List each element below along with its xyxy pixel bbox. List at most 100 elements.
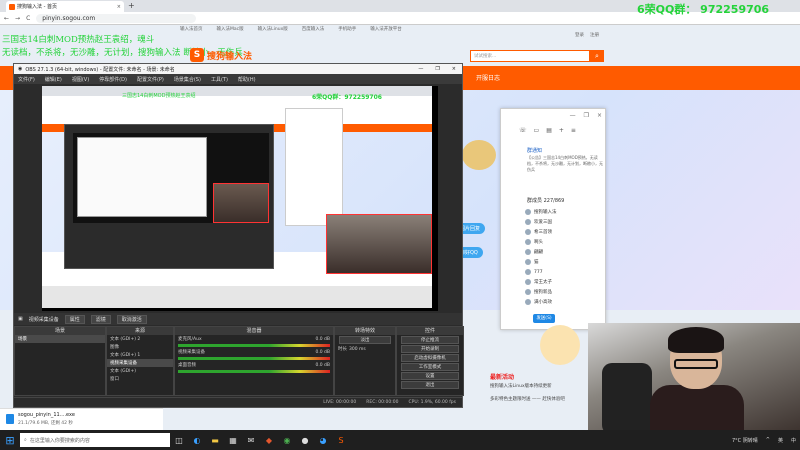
menu-help[interactable]: 帮助(H): [238, 76, 256, 83]
member-item[interactable]: 777: [525, 267, 605, 277]
source-item[interactable]: 窗口: [107, 375, 173, 383]
ime-mode[interactable]: 中: [791, 437, 796, 444]
menu-edit[interactable]: 编辑(E): [45, 76, 62, 83]
member-item[interactable]: 搜狗输入法: [525, 207, 605, 217]
search-icon[interactable]: ⌕: [590, 50, 604, 62]
add-icon[interactable]: +: [559, 127, 564, 134]
obs-menu-bar: 文件(F) 编辑(E) 视图(V) 停靠部件(D) 配置文件(P) 场景集合(S…: [14, 74, 462, 84]
input-language[interactable]: 英: [778, 437, 783, 444]
windows-icon[interactable]: ⊞: [0, 430, 20, 450]
maximize-icon[interactable]: ❐: [584, 112, 589, 119]
obs-icon[interactable]: ●: [296, 430, 314, 450]
source-item[interactable]: 文本 (GDI+) 2: [107, 335, 173, 343]
properties-button[interactable]: 属性: [64, 314, 85, 324]
banner-text[interactable]: 开服日志: [476, 73, 500, 82]
source-item[interactable]: 视频采集设备: [107, 359, 173, 367]
member-item[interactable]: 搜狗新品: [525, 287, 605, 297]
volume-meter[interactable]: [178, 357, 330, 360]
nested-obs-preview: [73, 133, 269, 223]
site-nav-item[interactable]: 手机助手: [338, 26, 356, 36]
dock-title: 转场特效: [335, 327, 395, 335]
transition-select[interactable]: 淡出: [339, 336, 391, 344]
phone-icon[interactable]: ☏: [519, 127, 527, 134]
menu-scene-collection[interactable]: 场景集合(S): [174, 76, 201, 83]
reload-icon[interactable]: C: [26, 15, 30, 22]
weather-widget[interactable]: 7°C 阴转晴: [732, 437, 758, 444]
settings-button[interactable]: 设置: [401, 372, 459, 380]
store-icon[interactable]: ▦: [224, 430, 242, 450]
menu-view[interactable]: 视图(V): [72, 76, 89, 83]
new-tab-button[interactable]: +: [128, 1, 135, 10]
obs-window: ◉ OBS 27.1.3 (64-bit, windows) - 配置文件: 未…: [13, 63, 464, 408]
folder-icon[interactable]: ▤: [546, 127, 552, 134]
login-link[interactable]: 登录: [575, 32, 584, 38]
explorer-icon[interactable]: ▬: [206, 430, 224, 450]
duration-input[interactable]: 300 ms: [349, 347, 366, 352]
site-search-input[interactable]: 试试搜索...: [470, 50, 590, 62]
menu-profile[interactable]: 配置文件(P): [137, 76, 164, 83]
source-item[interactable]: 图像: [107, 343, 173, 351]
menu-docks[interactable]: 停靠部件(D): [99, 76, 127, 83]
search-icon: ⌕: [24, 437, 27, 443]
member-item[interactable]: 常王太子: [525, 277, 605, 287]
minimize-icon[interactable]: —: [418, 66, 423, 72]
back-icon[interactable]: ←: [4, 15, 9, 22]
avatar: [525, 289, 531, 295]
obs-app-icon: ◉: [18, 66, 23, 72]
member-item[interactable]: 欢爱三国: [525, 217, 605, 227]
member-item[interactable]: 啊头: [525, 237, 605, 247]
close-icon[interactable]: ×: [452, 66, 456, 72]
qq-icon[interactable]: ◕: [314, 430, 332, 450]
dock-title: 来源: [107, 327, 173, 335]
deactivate-button[interactable]: 取消激活: [116, 314, 147, 324]
site-nav-item[interactable]: 输入法开放平台: [370, 26, 402, 36]
scene-item[interactable]: 场景: [15, 335, 105, 343]
menu-file[interactable]: 文件(F): [18, 76, 35, 83]
source-item[interactable]: 文本 (GDI+): [107, 367, 173, 375]
site-nav-item[interactable]: 输入法Mac版: [217, 26, 244, 36]
studio-mode-button[interactable]: 工作室模式: [401, 363, 459, 371]
screen-icon[interactable]: ▭: [534, 127, 540, 134]
site-nav-item[interactable]: 输入法首页: [180, 26, 203, 36]
member-item[interactable]: 满小高效: [525, 297, 605, 307]
task-view-icon[interactable]: ◫: [170, 430, 188, 450]
obs-preview[interactable]: 三国志14白刺MOD预热赵王袁绍 6荣QQ群：972259706: [42, 86, 438, 311]
taskbar-search-input[interactable]: ⌕ 在这里输入你要搜索的内容: [20, 433, 170, 447]
filters-button[interactable]: 滤镜: [90, 314, 111, 324]
browser-tab[interactable]: 搜狗输入法 - 首页 ×: [6, 1, 124, 12]
volume-meter[interactable]: [178, 370, 330, 373]
volume-meter[interactable]: [178, 344, 330, 347]
minimize-icon[interactable]: —: [570, 112, 576, 119]
url-input[interactable]: pinyin.sogou.com: [36, 13, 197, 23]
sogou-icon[interactable]: S: [332, 430, 350, 450]
source-item[interactable]: 文本 (GDI+) 1: [107, 351, 173, 359]
group-notice-title[interactable]: 群通知: [527, 147, 542, 154]
mail-icon[interactable]: ✉: [242, 430, 260, 450]
avatar: [525, 269, 531, 275]
start-recording-button[interactable]: 开始录制: [401, 345, 459, 353]
avatar: [525, 259, 531, 265]
menu-tools[interactable]: 工具(T): [211, 76, 228, 83]
virtual-camera-button[interactable]: 启动虚拟摄像机: [401, 354, 459, 362]
download-filename[interactable]: sogou_pinyin_11....exe: [18, 412, 75, 418]
exit-button[interactable]: 退出: [401, 381, 459, 389]
system-tray: 7°C 阴转晴 ^ 英 中: [732, 437, 800, 444]
register-link[interactable]: 注册: [590, 32, 599, 38]
more-icon[interactable]: ≡: [571, 127, 576, 134]
member-item[interactable]: 翩翩: [525, 247, 605, 257]
sticker-image: [540, 325, 580, 365]
member-item[interactable]: 猫: [525, 257, 605, 267]
site-nav-item[interactable]: 百度输入法: [302, 26, 325, 36]
chrome-icon[interactable]: ◉: [278, 430, 296, 450]
send-button[interactable]: 发送(S): [533, 314, 555, 323]
stop-streaming-button[interactable]: 停止推流: [401, 336, 459, 344]
close-icon[interactable]: ×: [597, 112, 602, 119]
tray-expand-icon[interactable]: ^: [766, 437, 770, 443]
maximize-icon[interactable]: ❐: [435, 66, 439, 72]
member-item[interactable]: 希三首领: [525, 227, 605, 237]
tab-close-icon[interactable]: ×: [117, 4, 121, 10]
site-nav-item[interactable]: 输入法Linux版: [258, 26, 288, 36]
edge-icon[interactable]: ◐: [188, 430, 206, 450]
forward-icon[interactable]: →: [15, 15, 20, 22]
office-icon[interactable]: ◆: [260, 430, 278, 450]
